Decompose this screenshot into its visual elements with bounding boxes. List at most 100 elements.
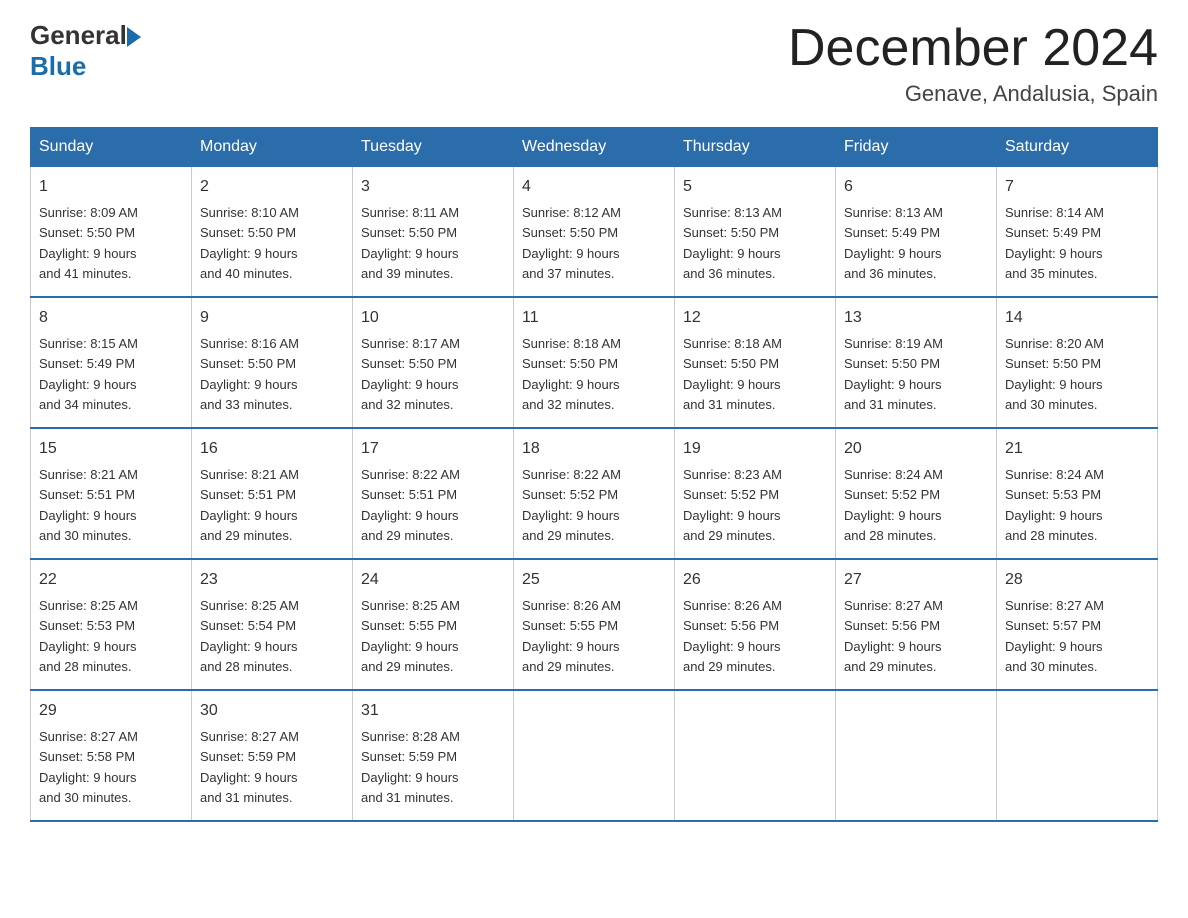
calendar-cell: 6 Sunrise: 8:13 AMSunset: 5:49 PMDayligh… bbox=[836, 167, 997, 298]
calendar-cell: 9 Sunrise: 8:16 AMSunset: 5:50 PMDayligh… bbox=[192, 297, 353, 428]
calendar-cell: 7 Sunrise: 8:14 AMSunset: 5:49 PMDayligh… bbox=[997, 167, 1158, 298]
col-header-monday: Monday bbox=[192, 128, 353, 167]
calendar-cell: 8 Sunrise: 8:15 AMSunset: 5:49 PMDayligh… bbox=[31, 297, 192, 428]
calendar-cell: 1 Sunrise: 8:09 AMSunset: 5:50 PMDayligh… bbox=[31, 167, 192, 298]
day-number: 29 bbox=[39, 699, 183, 723]
calendar-week-row: 29 Sunrise: 8:27 AMSunset: 5:58 PMDaylig… bbox=[31, 690, 1158, 821]
calendar-cell: 29 Sunrise: 8:27 AMSunset: 5:58 PMDaylig… bbox=[31, 690, 192, 821]
day-number: 11 bbox=[522, 306, 666, 330]
day-info: Sunrise: 8:14 AMSunset: 5:49 PMDaylight:… bbox=[1005, 205, 1104, 281]
calendar-cell: 19 Sunrise: 8:23 AMSunset: 5:52 PMDaylig… bbox=[675, 428, 836, 559]
title-block: December 2024 Genave, Andalusia, Spain bbox=[788, 20, 1158, 107]
calendar-cell: 22 Sunrise: 8:25 AMSunset: 5:53 PMDaylig… bbox=[31, 559, 192, 690]
calendar-cell: 15 Sunrise: 8:21 AMSunset: 5:51 PMDaylig… bbox=[31, 428, 192, 559]
day-info: Sunrise: 8:09 AMSunset: 5:50 PMDaylight:… bbox=[39, 205, 138, 281]
calendar-cell: 5 Sunrise: 8:13 AMSunset: 5:50 PMDayligh… bbox=[675, 167, 836, 298]
calendar-cell bbox=[514, 690, 675, 821]
calendar-cell: 18 Sunrise: 8:22 AMSunset: 5:52 PMDaylig… bbox=[514, 428, 675, 559]
day-number: 24 bbox=[361, 568, 505, 592]
calendar-cell: 28 Sunrise: 8:27 AMSunset: 5:57 PMDaylig… bbox=[997, 559, 1158, 690]
calendar-cell: 10 Sunrise: 8:17 AMSunset: 5:50 PMDaylig… bbox=[353, 297, 514, 428]
day-info: Sunrise: 8:27 AMSunset: 5:58 PMDaylight:… bbox=[39, 729, 138, 805]
day-number: 21 bbox=[1005, 437, 1149, 461]
col-header-tuesday: Tuesday bbox=[353, 128, 514, 167]
calendar-table: SundayMondayTuesdayWednesdayThursdayFrid… bbox=[30, 127, 1158, 822]
day-number: 12 bbox=[683, 306, 827, 330]
calendar-cell bbox=[675, 690, 836, 821]
calendar-cell: 11 Sunrise: 8:18 AMSunset: 5:50 PMDaylig… bbox=[514, 297, 675, 428]
day-number: 25 bbox=[522, 568, 666, 592]
day-info: Sunrise: 8:27 AMSunset: 5:56 PMDaylight:… bbox=[844, 598, 943, 674]
calendar-cell: 3 Sunrise: 8:11 AMSunset: 5:50 PMDayligh… bbox=[353, 167, 514, 298]
logo-blue-text: Blue bbox=[30, 51, 141, 82]
page-header: General Blue December 2024 Genave, Andal… bbox=[30, 20, 1158, 107]
day-number: 23 bbox=[200, 568, 344, 592]
logo-arrow-icon bbox=[127, 27, 141, 47]
calendar-cell bbox=[836, 690, 997, 821]
calendar-cell bbox=[997, 690, 1158, 821]
calendar-cell: 21 Sunrise: 8:24 AMSunset: 5:53 PMDaylig… bbox=[997, 428, 1158, 559]
calendar-week-row: 15 Sunrise: 8:21 AMSunset: 5:51 PMDaylig… bbox=[31, 428, 1158, 559]
calendar-header-row: SundayMondayTuesdayWednesdayThursdayFrid… bbox=[31, 128, 1158, 167]
calendar-cell: 12 Sunrise: 8:18 AMSunset: 5:50 PMDaylig… bbox=[675, 297, 836, 428]
day-info: Sunrise: 8:26 AMSunset: 5:55 PMDaylight:… bbox=[522, 598, 621, 674]
day-info: Sunrise: 8:15 AMSunset: 5:49 PMDaylight:… bbox=[39, 336, 138, 412]
day-number: 13 bbox=[844, 306, 988, 330]
day-info: Sunrise: 8:19 AMSunset: 5:50 PMDaylight:… bbox=[844, 336, 943, 412]
day-number: 5 bbox=[683, 175, 827, 199]
day-info: Sunrise: 8:24 AMSunset: 5:53 PMDaylight:… bbox=[1005, 467, 1104, 543]
calendar-cell: 24 Sunrise: 8:25 AMSunset: 5:55 PMDaylig… bbox=[353, 559, 514, 690]
calendar-cell: 2 Sunrise: 8:10 AMSunset: 5:50 PMDayligh… bbox=[192, 167, 353, 298]
day-number: 16 bbox=[200, 437, 344, 461]
day-info: Sunrise: 8:11 AMSunset: 5:50 PMDaylight:… bbox=[361, 205, 459, 281]
day-number: 9 bbox=[200, 306, 344, 330]
month-title: December 2024 bbox=[788, 20, 1158, 77]
calendar-cell: 25 Sunrise: 8:26 AMSunset: 5:55 PMDaylig… bbox=[514, 559, 675, 690]
day-number: 2 bbox=[200, 175, 344, 199]
day-number: 31 bbox=[361, 699, 505, 723]
calendar-cell: 30 Sunrise: 8:27 AMSunset: 5:59 PMDaylig… bbox=[192, 690, 353, 821]
location-title: Genave, Andalusia, Spain bbox=[788, 81, 1158, 107]
day-number: 26 bbox=[683, 568, 827, 592]
day-info: Sunrise: 8:16 AMSunset: 5:50 PMDaylight:… bbox=[200, 336, 299, 412]
day-info: Sunrise: 8:13 AMSunset: 5:50 PMDaylight:… bbox=[683, 205, 782, 281]
calendar-cell: 4 Sunrise: 8:12 AMSunset: 5:50 PMDayligh… bbox=[514, 167, 675, 298]
day-number: 4 bbox=[522, 175, 666, 199]
logo: General Blue bbox=[30, 20, 141, 82]
calendar-cell: 14 Sunrise: 8:20 AMSunset: 5:50 PMDaylig… bbox=[997, 297, 1158, 428]
calendar-week-row: 8 Sunrise: 8:15 AMSunset: 5:49 PMDayligh… bbox=[31, 297, 1158, 428]
day-info: Sunrise: 8:22 AMSunset: 5:52 PMDaylight:… bbox=[522, 467, 621, 543]
calendar-cell: 23 Sunrise: 8:25 AMSunset: 5:54 PMDaylig… bbox=[192, 559, 353, 690]
day-info: Sunrise: 8:10 AMSunset: 5:50 PMDaylight:… bbox=[200, 205, 299, 281]
day-info: Sunrise: 8:18 AMSunset: 5:50 PMDaylight:… bbox=[683, 336, 782, 412]
day-info: Sunrise: 8:18 AMSunset: 5:50 PMDaylight:… bbox=[522, 336, 621, 412]
day-info: Sunrise: 8:13 AMSunset: 5:49 PMDaylight:… bbox=[844, 205, 943, 281]
day-info: Sunrise: 8:21 AMSunset: 5:51 PMDaylight:… bbox=[39, 467, 138, 543]
day-info: Sunrise: 8:25 AMSunset: 5:53 PMDaylight:… bbox=[39, 598, 138, 674]
day-info: Sunrise: 8:28 AMSunset: 5:59 PMDaylight:… bbox=[361, 729, 460, 805]
day-number: 30 bbox=[200, 699, 344, 723]
col-header-wednesday: Wednesday bbox=[514, 128, 675, 167]
day-info: Sunrise: 8:27 AMSunset: 5:59 PMDaylight:… bbox=[200, 729, 299, 805]
day-info: Sunrise: 8:17 AMSunset: 5:50 PMDaylight:… bbox=[361, 336, 460, 412]
day-info: Sunrise: 8:25 AMSunset: 5:55 PMDaylight:… bbox=[361, 598, 460, 674]
day-number: 3 bbox=[361, 175, 505, 199]
col-header-sunday: Sunday bbox=[31, 128, 192, 167]
day-number: 22 bbox=[39, 568, 183, 592]
calendar-cell: 31 Sunrise: 8:28 AMSunset: 5:59 PMDaylig… bbox=[353, 690, 514, 821]
day-info: Sunrise: 8:12 AMSunset: 5:50 PMDaylight:… bbox=[522, 205, 621, 281]
calendar-cell: 27 Sunrise: 8:27 AMSunset: 5:56 PMDaylig… bbox=[836, 559, 997, 690]
calendar-cell: 16 Sunrise: 8:21 AMSunset: 5:51 PMDaylig… bbox=[192, 428, 353, 559]
day-number: 19 bbox=[683, 437, 827, 461]
calendar-week-row: 1 Sunrise: 8:09 AMSunset: 5:50 PMDayligh… bbox=[31, 167, 1158, 298]
day-info: Sunrise: 8:27 AMSunset: 5:57 PMDaylight:… bbox=[1005, 598, 1104, 674]
day-number: 1 bbox=[39, 175, 183, 199]
day-number: 10 bbox=[361, 306, 505, 330]
logo-general-text: General bbox=[30, 20, 127, 51]
day-number: 28 bbox=[1005, 568, 1149, 592]
day-number: 17 bbox=[361, 437, 505, 461]
col-header-thursday: Thursday bbox=[675, 128, 836, 167]
calendar-week-row: 22 Sunrise: 8:25 AMSunset: 5:53 PMDaylig… bbox=[31, 559, 1158, 690]
calendar-cell: 13 Sunrise: 8:19 AMSunset: 5:50 PMDaylig… bbox=[836, 297, 997, 428]
day-number: 7 bbox=[1005, 175, 1149, 199]
